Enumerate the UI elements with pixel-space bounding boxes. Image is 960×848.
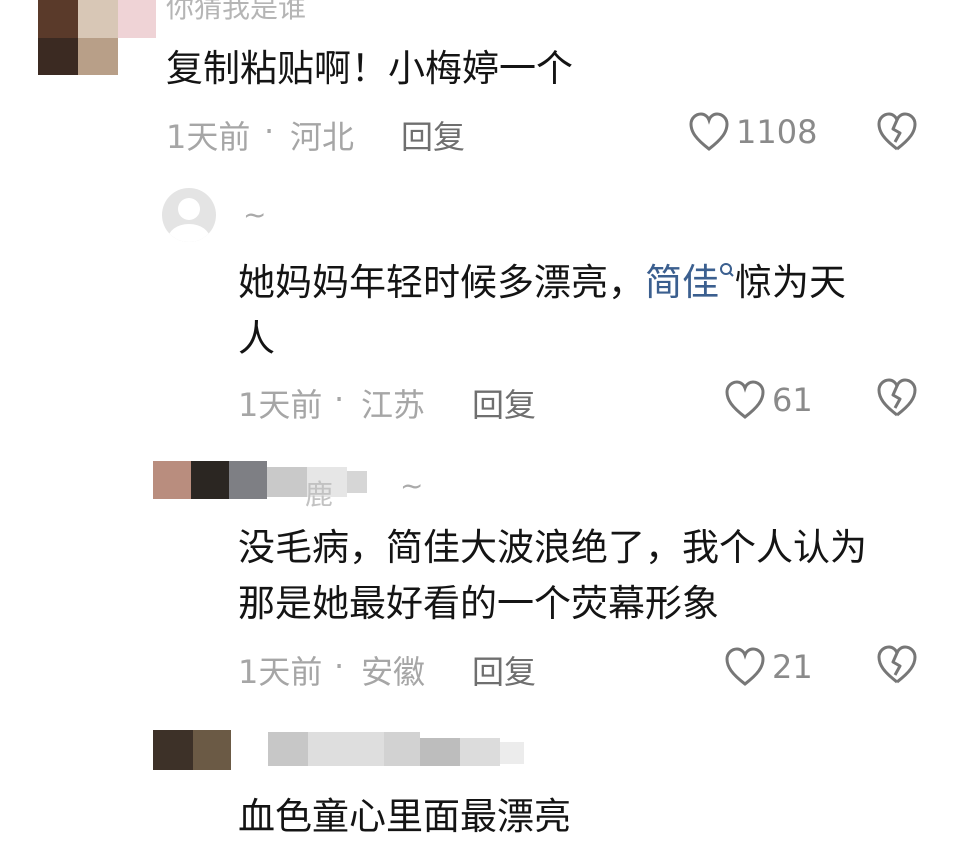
comment-text: 复制粘贴啊！小梅婷一个 xyxy=(166,47,573,90)
comment-1: 你猜我是谁 复制粘贴啊！小梅婷一个 1天前 · 河北 回复 1108 xyxy=(0,0,960,175)
avatar[interactable] xyxy=(153,461,393,501)
comment-2: ~ 她妈妈年轻时候多漂亮，简佳 惊为天 人 1天前 · 江苏 回复 61 xyxy=(0,180,960,440)
reply-button[interactable]: 回复 xyxy=(472,380,536,426)
username-blurred[interactable] xyxy=(268,732,528,768)
avatar[interactable] xyxy=(38,0,156,75)
broken-heart-icon[interactable] xyxy=(876,645,918,685)
reply-button[interactable]: 回复 xyxy=(472,647,536,693)
reply-button[interactable]: 回复 xyxy=(401,112,465,158)
like-count: 61 xyxy=(772,381,813,419)
comment-text-before: 她妈妈年轻时候多漂亮， xyxy=(238,261,645,304)
search-link[interactable]: 简佳 xyxy=(645,261,719,304)
comment-text-line2: 那是她最好看的一个荧幕形象 xyxy=(238,582,719,625)
comment-text-line1: 没毛病，简佳大波浪绝了，我个人认为 xyxy=(238,526,867,569)
broken-heart-icon[interactable] xyxy=(876,378,918,418)
username[interactable]: ~ xyxy=(243,198,266,231)
broken-heart-icon[interactable] xyxy=(876,112,918,152)
comment-4: 血色童心里面最漂亮 xyxy=(0,720,960,848)
meta-separator: · xyxy=(334,647,345,685)
heart-outline-icon xyxy=(725,647,765,686)
comment-text-line2: 人 xyxy=(238,317,275,360)
comment-text-line1: 她妈妈年轻时候多漂亮，简佳 惊为天 xyxy=(238,260,846,306)
default-avatar-icon[interactable] xyxy=(162,188,216,242)
meta-separator: · xyxy=(334,380,345,418)
like-button[interactable]: 21 xyxy=(724,645,813,689)
meta-separator: · xyxy=(264,112,275,150)
comment-text: 血色童心里面最漂亮 xyxy=(238,795,571,838)
like-button[interactable]: 61 xyxy=(724,378,813,422)
username[interactable]: 你猜我是谁 xyxy=(166,0,306,26)
comment-location: 江苏 xyxy=(361,386,426,424)
comment-3: 鹿 ~ 没毛病，简佳大波浪绝了，我个人认为 那是她最好看的一个荧幕形象 1天前 … xyxy=(0,455,960,705)
avatar[interactable] xyxy=(153,730,233,770)
username[interactable]: ~ xyxy=(400,469,423,502)
heart-outline-icon xyxy=(725,380,765,419)
like-button[interactable]: 1108 xyxy=(688,110,817,154)
like-count: 1108 xyxy=(736,113,818,151)
comment-time: 1天前 xyxy=(166,118,251,156)
comment-text-after: 惊为天 xyxy=(735,261,846,304)
comment-location: 安徽 xyxy=(361,653,426,691)
search-icon[interactable] xyxy=(719,262,735,280)
comment-location: 河北 xyxy=(290,118,355,156)
like-count: 21 xyxy=(772,648,813,686)
heart-outline-icon xyxy=(689,112,729,151)
comment-time: 1天前 xyxy=(238,386,323,424)
comment-time: 1天前 xyxy=(238,653,323,691)
username-partial[interactable]: 鹿 xyxy=(305,473,333,513)
